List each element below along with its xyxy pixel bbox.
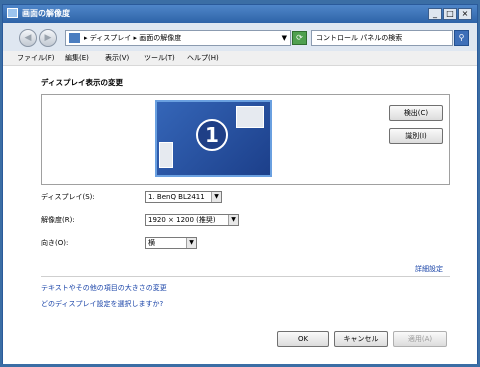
content-area: ディスプレイ表示の変更 1 検出(C) 識別(I) ディスプレイ(S): 1. … — [3, 66, 477, 364]
refresh-button[interactable]: ⟳ — [292, 31, 307, 45]
menu-help[interactable]: ヘルプ(H) — [187, 53, 219, 64]
orientation-label: 向き(O): — [41, 239, 69, 247]
navigation-bar: ◀ ▶ ▸ ディスプレイ ▸ 画面の解像度 ▼ ⟳ コントロール パネルの検索 … — [3, 23, 477, 51]
identify-button[interactable]: 識別(I) — [389, 128, 443, 144]
back-button[interactable]: ◀ — [19, 29, 37, 47]
display-select[interactable]: 1. BenQ BL2411 ▼ — [145, 191, 222, 203]
resolution-select-value: 1920 × 1200 (推奨) — [148, 216, 216, 224]
menu-file[interactable]: ファイル(F) — [17, 53, 55, 64]
sidebar-thumbnail-icon — [159, 142, 173, 168]
display-preview: 1 検出(C) 識別(I) — [41, 94, 450, 185]
monitor-number: 1 — [196, 119, 228, 151]
resolution-select[interactable]: 1920 × 1200 (推奨) ▼ — [145, 214, 239, 226]
display-select-value: 1. BenQ BL2411 — [148, 193, 205, 201]
menu-bar: ファイル(F) 編集(E) 表示(V) ツール(T) ヘルプ(H) — [3, 52, 477, 66]
orientation-select[interactable]: 横 ▼ — [145, 237, 197, 249]
control-panel-icon — [69, 33, 80, 43]
divider — [41, 276, 450, 277]
address-bar[interactable]: ▸ ディスプレイ ▸ 画面の解像度 ▼ — [65, 30, 291, 46]
minimize-button[interactable]: _ — [428, 8, 442, 20]
monitor-1[interactable]: 1 — [155, 100, 272, 177]
resolution-label: 解像度(R): — [41, 216, 75, 224]
window: 画面の解像度 _ □ × ◀ ▶ ▸ ディスプレイ ▸ 画面の解像度 ▼ ⟳ コ… — [2, 4, 478, 364]
chevron-down-icon: ▼ — [186, 238, 196, 248]
display-label: ディスプレイ(S): — [41, 193, 95, 201]
cancel-button[interactable]: キャンセル — [334, 331, 388, 347]
ok-button[interactable]: OK — [277, 331, 329, 347]
menu-view[interactable]: 表示(V) — [105, 53, 129, 64]
maximize-button[interactable]: □ — [443, 8, 457, 20]
search-icon[interactable]: ⚲ — [454, 30, 469, 46]
title-bar: 画面の解像度 _ □ × — [3, 5, 477, 23]
which-display-link[interactable]: どのディスプレイ設定を選択しますか? — [41, 299, 163, 309]
chevron-down-icon[interactable]: ▼ — [282, 33, 287, 43]
window-thumbnail-icon — [236, 106, 264, 128]
search-input[interactable]: コントロール パネルの検索 — [311, 30, 453, 46]
apply-button[interactable]: 適用(A) — [393, 331, 447, 347]
close-button[interactable]: × — [458, 8, 472, 20]
menu-tools[interactable]: ツール(T) — [144, 53, 175, 64]
advanced-settings-link[interactable]: 詳細設定 — [415, 264, 443, 274]
orientation-select-value: 横 — [148, 239, 155, 247]
address-text: ▸ ディスプレイ ▸ 画面の解像度 — [84, 34, 182, 42]
text-size-link[interactable]: テキストやその他の項目の大きさの変更 — [41, 283, 167, 293]
chevron-down-icon: ▼ — [211, 192, 221, 202]
search-placeholder: コントロール パネルの検索 — [316, 34, 403, 42]
menu-edit[interactable]: 編集(E) — [65, 53, 89, 64]
detect-button[interactable]: 検出(C) — [389, 105, 443, 121]
forward-button[interactable]: ▶ — [39, 29, 57, 47]
window-title: 画面の解像度 — [22, 9, 70, 18]
control-panel-icon — [7, 8, 18, 18]
page-title: ディスプレイ表示の変更 — [41, 78, 123, 87]
chevron-down-icon: ▼ — [228, 215, 238, 225]
